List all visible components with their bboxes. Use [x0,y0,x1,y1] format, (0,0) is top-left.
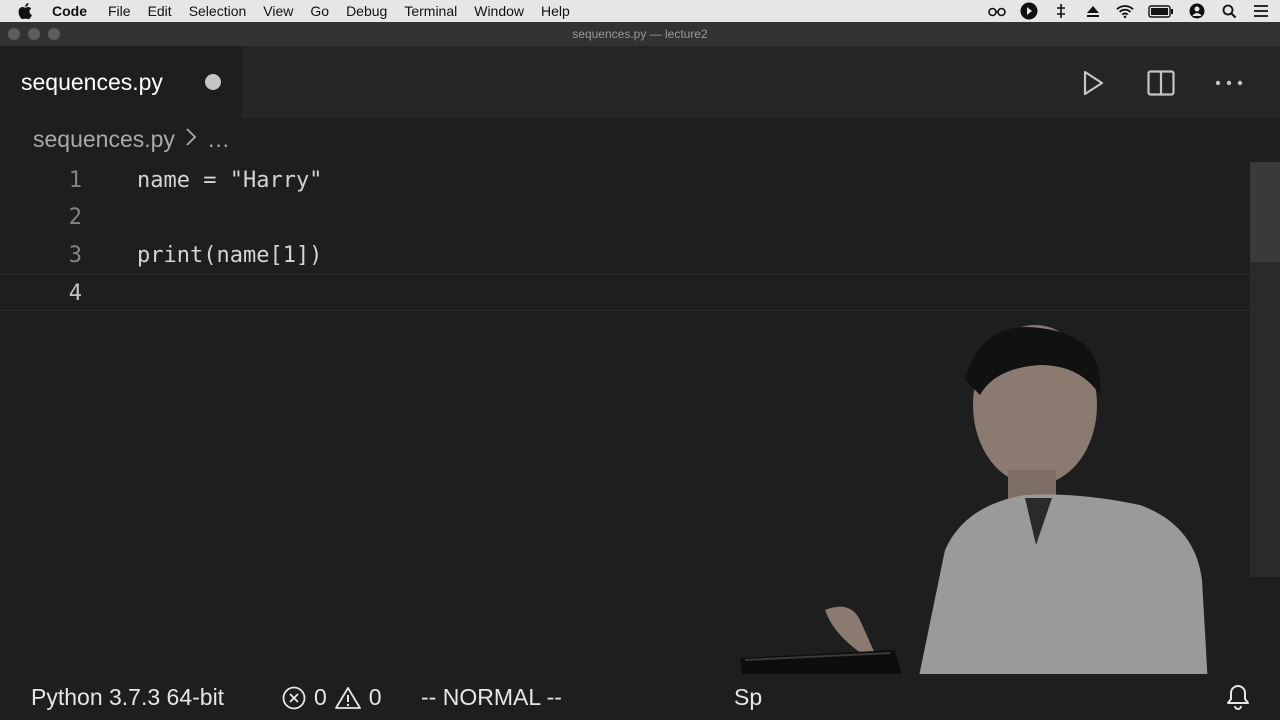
split-editor-button[interactable] [1146,68,1176,98]
warning-triangle-icon [334,686,361,709]
status-bar: Python 3.7.3 64-bit 0 0 -- NORMAL -- Sp [0,674,1280,720]
menu-app-name[interactable]: Code [52,3,87,19]
tab-label: sequences.py [21,68,163,95]
window-controls [8,28,60,40]
menu-edit[interactable]: Edit [148,3,172,19]
menu-bar: Code File Edit Selection View Go Debug T… [0,0,1280,22]
menu-file[interactable]: File [108,3,131,19]
system-tray [988,0,1270,22]
menu-go[interactable]: Go [310,3,329,19]
menu-window[interactable]: Window [474,3,524,19]
apple-icon[interactable] [18,3,36,19]
vim-mode-indicator: -- NORMAL -- [421,684,562,710]
current-code-line[interactable]: 4 [0,274,1250,311]
glasses-icon[interactable] [988,2,1006,20]
python-interpreter[interactable]: Python 3.7.3 64-bit [31,684,224,711]
user-icon[interactable] [1188,2,1206,20]
zoom-window-button[interactable] [48,28,60,40]
close-window-button[interactable] [8,28,20,40]
code-line[interactable]: 2 [0,199,1250,236]
warning-count: 0 [368,684,382,710]
line-number: 4 [68,281,82,306]
window-title: sequences.py — lecture2 [572,27,708,41]
code-line[interactable]: 3 print(name[1]) [0,237,1250,274]
menu-help[interactable]: Help [541,3,570,19]
presenter-video-overlay [740,325,1210,720]
menu-view[interactable]: View [263,3,293,19]
window-title-bar: sequences.py — lecture2 [0,22,1280,46]
breadcrumb-more[interactable]: … [207,126,230,153]
menu-terminal[interactable]: Terminal [404,3,457,19]
unsaved-dot-icon[interactable] [205,74,221,90]
problems-indicator[interactable]: 0 0 [282,684,382,711]
tab-sequences-py[interactable]: sequences.py [0,46,242,118]
editor-actions [1078,68,1244,98]
line-number: 2 [68,205,82,230]
line-text[interactable]: print(name[1]) [137,237,322,274]
wifi-icon[interactable] [1116,2,1134,20]
breadcrumb: sequences.py … [33,126,230,153]
chevron-right-icon [185,126,197,153]
eject-icon[interactable] [1084,2,1102,20]
menu-selection[interactable]: Selection [189,3,247,19]
list-icon[interactable] [1252,2,1270,20]
search-icon[interactable] [1220,2,1238,20]
breadcrumb-file[interactable]: sequences.py [33,126,175,153]
vertical-scrollbar[interactable] [1250,162,1280,577]
battery-icon[interactable] [1148,2,1174,20]
line-number: 1 [68,168,82,193]
notification-bell-icon[interactable] [1226,684,1250,716]
error-circle-icon [282,686,306,709]
error-count: 0 [314,684,327,710]
more-actions-button[interactable] [1214,68,1244,98]
move-icon[interactable] [1052,2,1070,20]
code-line[interactable]: 1 name = "Harry" [0,162,1250,199]
minimize-window-button[interactable] [28,28,40,40]
indentation-indicator[interactable]: Sp [734,684,762,711]
play-circle-icon[interactable] [1020,2,1038,20]
run-button[interactable] [1078,68,1108,98]
editor-tab-bar: sequences.py [0,46,1280,118]
scrollbar-thumb[interactable] [1250,162,1280,262]
menu-debug[interactable]: Debug [346,3,387,19]
line-number: 3 [68,243,82,268]
line-text[interactable]: name = "Harry" [137,162,322,199]
